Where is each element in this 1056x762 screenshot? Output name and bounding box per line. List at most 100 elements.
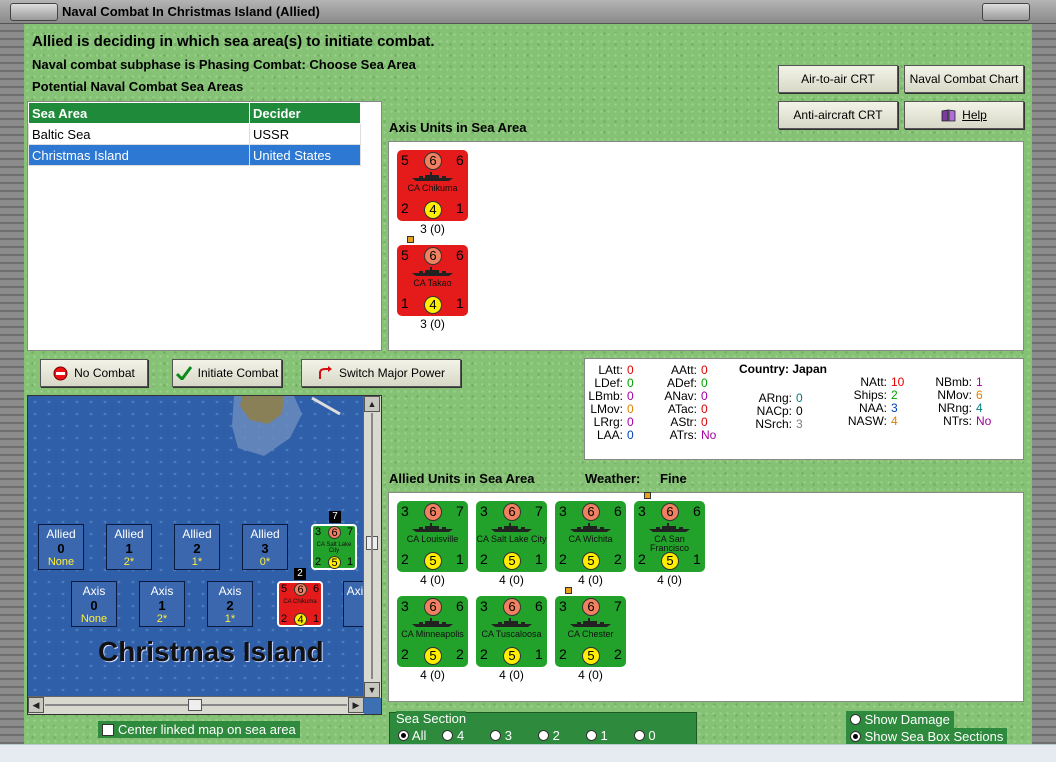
warship-icon <box>491 523 532 532</box>
unit-counter[interactable]: 3 6 2 1 6 5 CA Tuscaloosa <box>476 596 547 667</box>
box-number: 2 <box>193 541 201 556</box>
map-canvas[interactable]: Allied 0 None Allied 1 2* Allied 2 1* Allied 3 0… <box>28 396 373 698</box>
unit-name: CA Louisville <box>406 534 459 544</box>
scroll-left-arrow[interactable]: ◀ <box>28 697 44 713</box>
sea-section-radio[interactable] <box>633 730 645 741</box>
country-label: Country: Japan <box>739 362 828 376</box>
sea-section-radio[interactable] <box>398 730 409 741</box>
checkmark-icon <box>175 366 192 380</box>
unit-counter[interactable]: 5 6 2 1 6 4 CA Chikuma <box>397 150 468 221</box>
sea-area-map[interactable]: Allied 0 None Allied 1 2* Allied 2 1* Allied 3 0… <box>27 395 382 715</box>
col-header-sea-area[interactable]: Sea Area <box>28 102 250 124</box>
initiate-combat-button[interactable]: Initiate Combat <box>172 359 282 387</box>
unit-stat-br: 2 <box>614 646 622 662</box>
show-damage-row[interactable]: Show Damage <box>846 711 954 728</box>
table-row-selected[interactable]: Christmas Island United States <box>28 144 361 166</box>
unit-stat-tr: 6 <box>535 598 543 614</box>
unit-stat-bl: 2 <box>401 200 409 216</box>
map-vertical-scrollbar[interactable]: ▲ ▼ <box>363 396 381 698</box>
unit-stat-tl: 3 <box>638 503 646 519</box>
unit-name: CA Tuscaloosa <box>481 629 542 639</box>
unit-stat-br: 1 <box>456 200 464 216</box>
axis-sea-box-2[interactable]: Axis 2 1* <box>207 581 253 627</box>
unit-counter[interactable]: 3 6 2 2 6 5 CA Minneapolis <box>397 596 468 667</box>
sea-section-option[interactable]: 2 <box>538 727 560 745</box>
show-sections-radio[interactable] <box>850 731 861 742</box>
no-combat-button[interactable]: No Combat <box>40 359 148 387</box>
unit-counter[interactable]: 3 7 2 1 6 5 CA Louisville <box>397 501 468 572</box>
sea-section-radio[interactable] <box>490 730 502 741</box>
mini-unit-allied[interactable]: 3 7 2 1 6 5 CA Salt Lake City <box>311 524 357 570</box>
mini-stat-bl: 2 <box>281 613 288 625</box>
show-sections-row[interactable]: Show Sea Box Sections <box>846 728 1008 745</box>
switch-major-power-button[interactable]: Switch Major Power <box>301 359 461 387</box>
stat-value: 6 <box>976 388 983 402</box>
box-side-label: Allied <box>46 527 76 541</box>
unit-counter[interactable]: 3 6 2 2 6 5 CA Wichita <box>555 501 626 572</box>
sea-section-option[interactable]: 4 <box>442 727 464 745</box>
map-horizontal-scrollbar[interactable]: ◀ ▶ <box>28 696 364 714</box>
air-to-air-crt-button[interactable]: Air-to-air CRT <box>778 65 898 93</box>
box-cost: 1* <box>191 556 203 568</box>
island-terrain <box>232 396 341 456</box>
unit-name: CA Minneapolis <box>401 629 464 639</box>
unit-caption: 4 (0) <box>499 573 524 587</box>
scroll-down-arrow[interactable]: ▼ <box>364 682 380 698</box>
unit-flag-marker <box>565 587 572 594</box>
close-button[interactable] <box>982 3 1030 21</box>
unit-counter[interactable]: 3 7 2 2 6 5 CA Chester <box>555 596 626 667</box>
center-map-checkbox-row[interactable]: Center linked map on sea area <box>98 721 300 738</box>
allied-sea-box-2[interactable]: Allied 2 1* <box>174 524 220 570</box>
show-damage-radio[interactable] <box>850 714 861 725</box>
sea-section-radio[interactable] <box>442 730 454 741</box>
unit-movement-circle: 5 <box>424 647 442 665</box>
hscroll-thumb[interactable] <box>188 699 202 711</box>
sea-section-option[interactable]: 3 <box>490 727 512 745</box>
axis-sea-box-1[interactable]: Axis 1 2* <box>139 581 185 627</box>
sea-section-option[interactable]: 0 <box>633 727 656 745</box>
allied-sea-box-0[interactable]: Allied 0 None <box>38 524 84 570</box>
unit-attack-circle: 6 <box>503 598 521 616</box>
unit-stat-tr: 7 <box>614 598 622 614</box>
unit-counter[interactable]: 3 7 2 1 6 5 CA Salt Lake City <box>476 501 547 572</box>
box-cost: 0* <box>259 556 271 568</box>
mini-stat-br: 1 <box>347 556 354 568</box>
stat-value: 0 <box>701 415 708 429</box>
scroll-right-arrow[interactable]: ▶ <box>348 697 364 713</box>
naval-combat-chart-button[interactable]: Naval Combat Chart <box>904 65 1024 93</box>
axis-sea-box-0[interactable]: Axis 0 None <box>71 581 117 627</box>
scroll-up-arrow[interactable]: ▲ <box>364 396 380 412</box>
col-header-decider[interactable]: Decider <box>249 102 361 124</box>
title-bar[interactable]: Naval Combat In Christmas Island (Allied… <box>0 0 1056 24</box>
center-map-checkbox[interactable] <box>102 724 114 736</box>
anti-aircraft-crt-button[interactable]: Anti-aircraft CRT <box>778 101 898 129</box>
unit-stat-br: 2 <box>456 646 464 662</box>
stat-label: LAtt: <box>598 363 623 377</box>
sea-section-radio[interactable] <box>585 730 597 741</box>
unit-counter[interactable]: 5 6 1 1 6 4 CA Takao <box>397 245 468 316</box>
sea-section-radio[interactable] <box>538 730 550 741</box>
help-button[interactable]: Help <box>904 101 1024 129</box>
unit-counter[interactable]: 3 6 2 1 6 5 CA San Francisco <box>634 501 705 572</box>
stat-value: 2 <box>891 388 898 402</box>
unit-name: CA San Francisco <box>649 534 689 553</box>
system-menu-button[interactable] <box>10 3 58 21</box>
table-cell: Baltic Sea <box>28 123 250 145</box>
sea-section-option[interactable]: 1 <box>585 727 608 745</box>
unit-stat-bl: 2 <box>480 551 488 567</box>
stat-value: 0 <box>627 415 634 429</box>
initiate-combat-label: Initiate Combat <box>197 366 279 380</box>
sea-section-option[interactable]: All <box>398 727 426 745</box>
switch-major-power-label: Switch Major Power <box>338 366 446 380</box>
stat-label: NSrch: <box>755 417 792 431</box>
mini-unit-axis[interactable]: 5 6 2 1 6 4 CA Chikuma <box>277 581 323 627</box>
allied-sea-box-1[interactable]: Allied 1 2* <box>106 524 152 570</box>
allied-sea-box-3[interactable]: Allied 3 0* <box>242 524 288 570</box>
table-row[interactable]: Baltic Sea USSR <box>28 123 361 145</box>
unit-attack-circle: 6 <box>582 598 600 616</box>
stat-label: NAtt: <box>860 375 887 389</box>
box-number: 3 <box>261 541 269 556</box>
warship-icon <box>412 523 453 532</box>
naval-combat-window: Naval Combat In Christmas Island (Allied… <box>0 0 1056 762</box>
warship-icon <box>412 267 453 276</box>
